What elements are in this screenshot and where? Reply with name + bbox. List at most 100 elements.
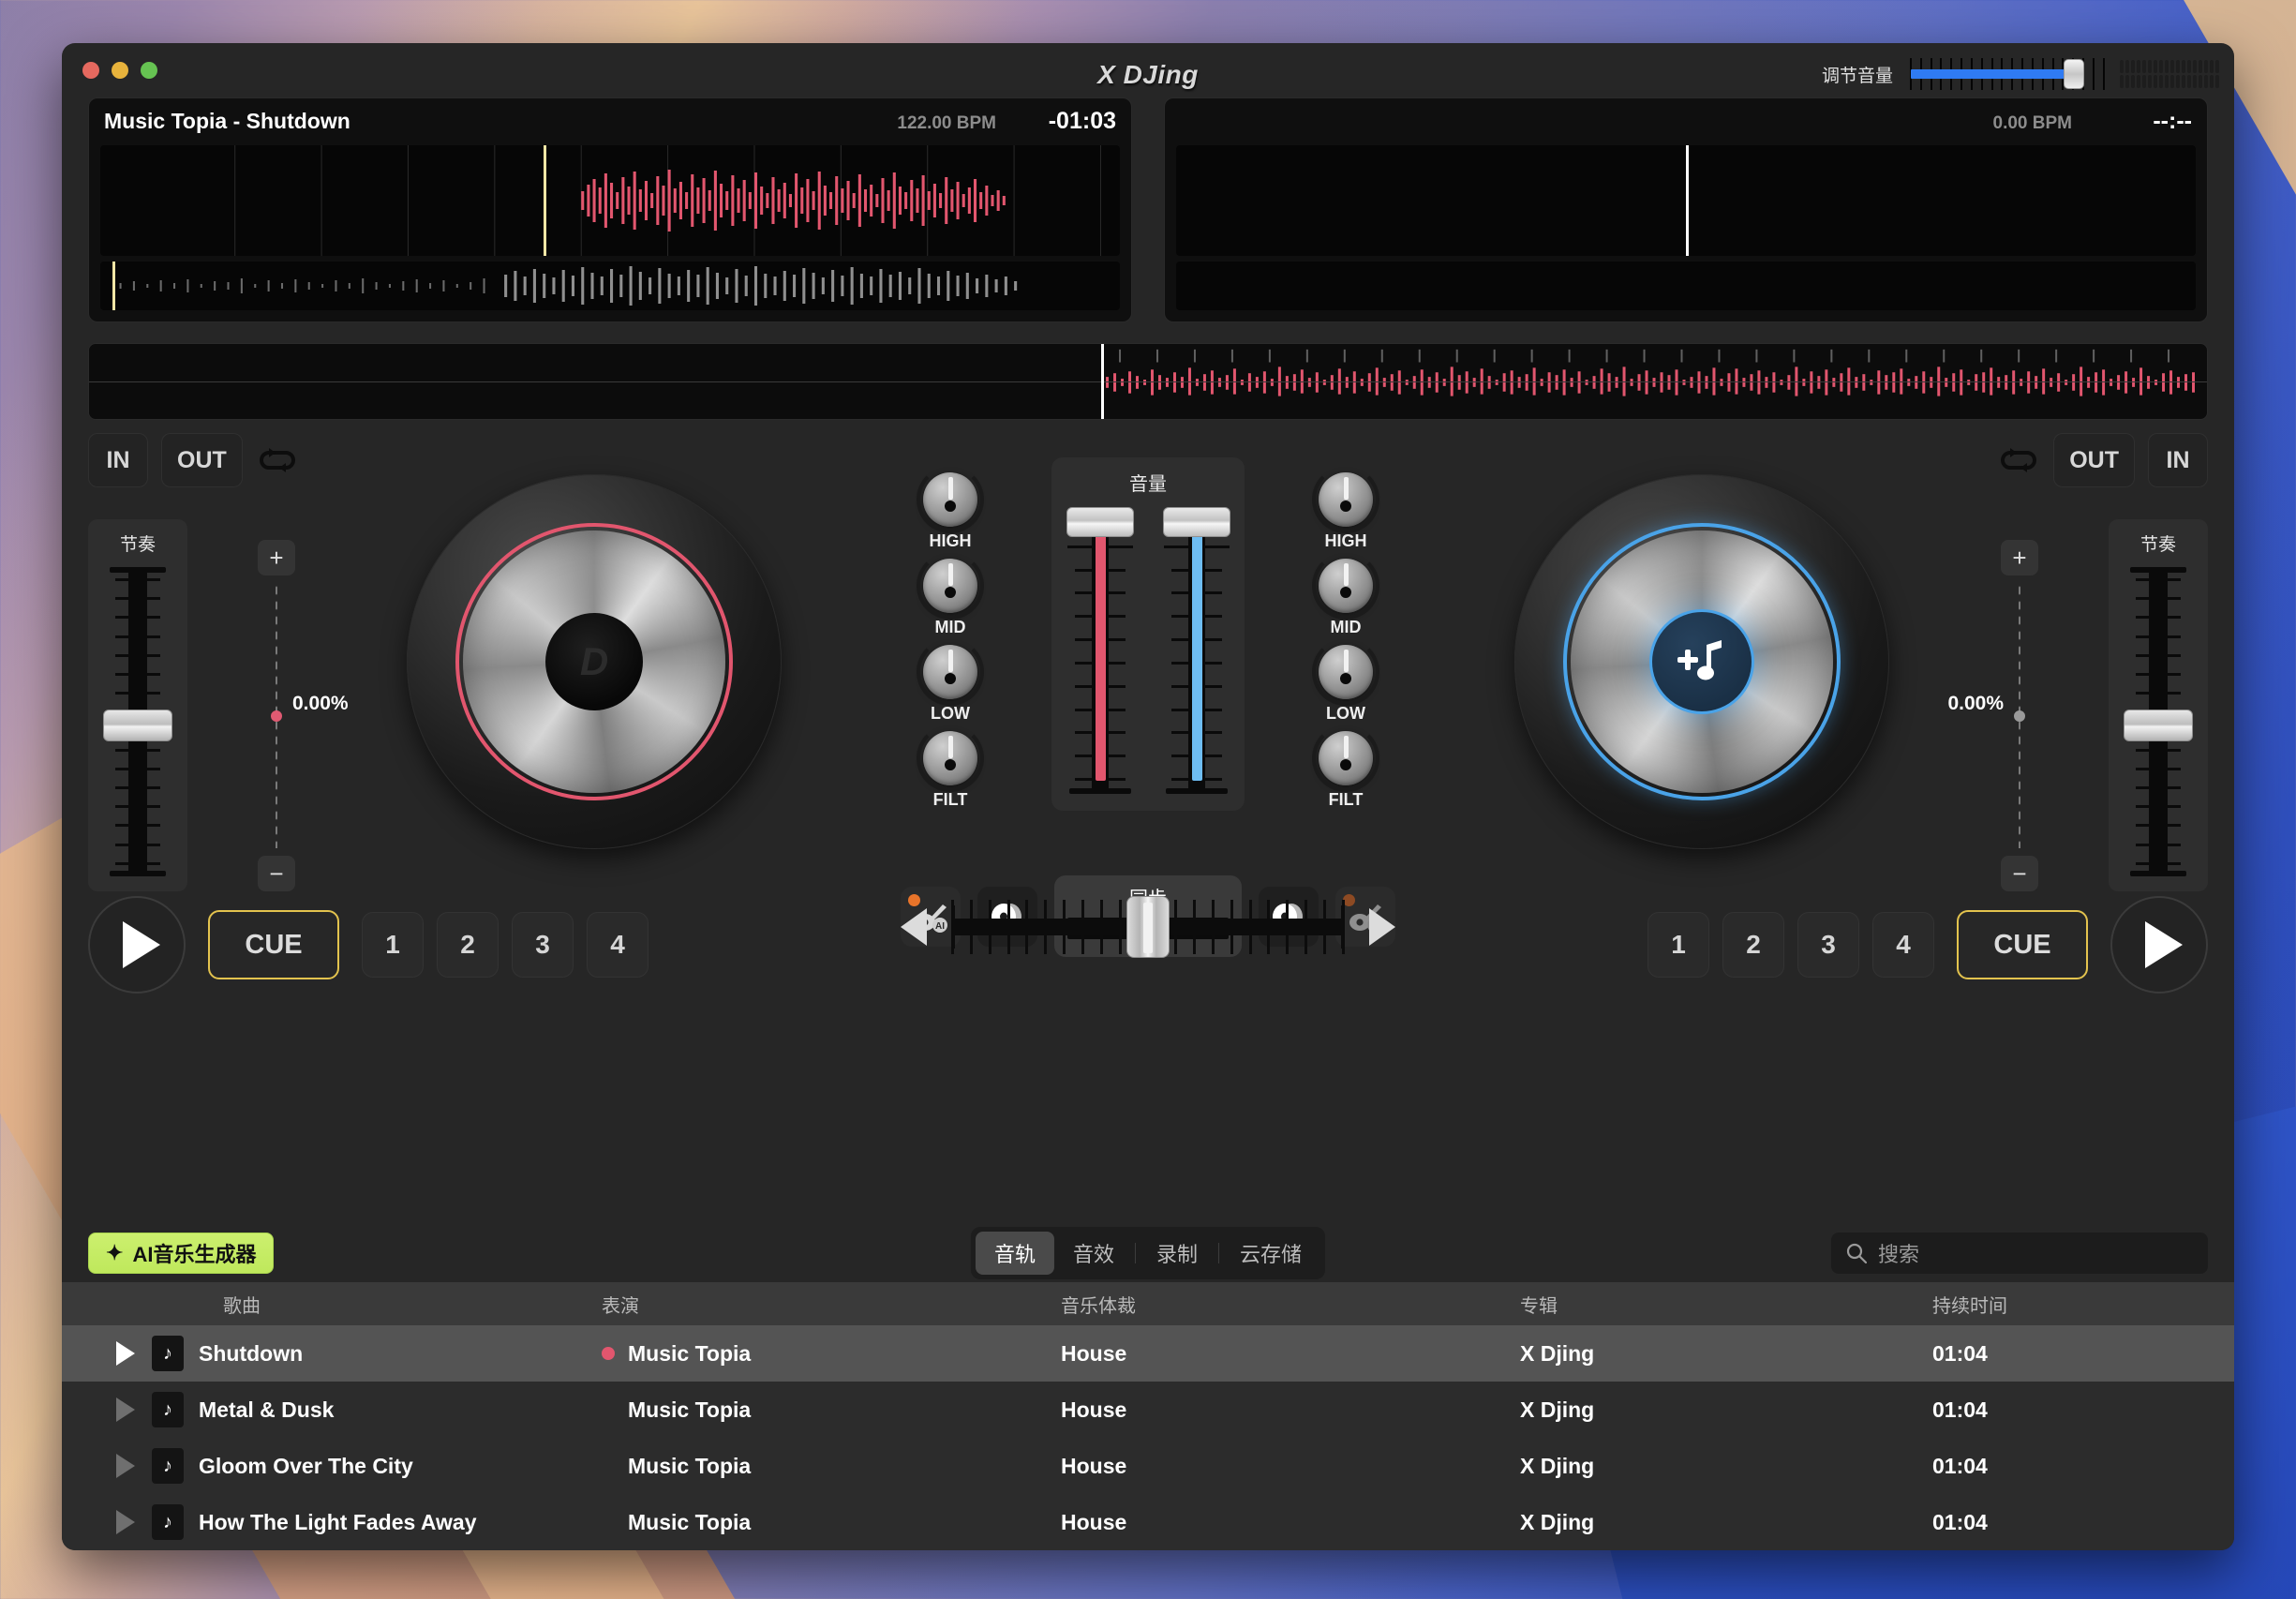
eq-low-right[interactable]: LOW: [1312, 638, 1379, 724]
deck-right-hotcue-4[interactable]: 4: [1872, 912, 1934, 978]
column-header-album[interactable]: 专辑: [1520, 1291, 1932, 1318]
deck-right-playhead: [1686, 145, 1689, 256]
crossfader-handle[interactable]: [1126, 896, 1170, 958]
cell-album: X Djing: [1520, 1453, 1595, 1478]
eq-label: FILT: [1328, 790, 1364, 809]
deck-left-tempo-handle[interactable]: [103, 710, 172, 741]
deck-left-loop-in-button[interactable]: IN: [88, 433, 148, 487]
deck-left-pitch-plus-button[interactable]: +: [258, 540, 295, 575]
deck-left-pitch-minus-button[interactable]: −: [258, 856, 295, 891]
master-volume-slider[interactable]: [1910, 58, 2105, 90]
loop-repeat-icon[interactable]: [256, 441, 299, 479]
master-volume-label: 调节音量: [1821, 66, 1893, 86]
deck-left-waveform-overview[interactable]: [100, 262, 1120, 310]
music-note-icon: ♪: [152, 1392, 184, 1427]
table-row[interactable]: ♪ Metal & Dusk Music Topia House X Djing…: [62, 1382, 2234, 1438]
deck-left-hotcue-2[interactable]: 2: [437, 912, 499, 978]
eq-low-left[interactable]: LOW: [917, 638, 984, 724]
column-header-genre[interactable]: 音乐体裁: [1061, 1291, 1520, 1318]
table-row[interactable]: ♪ Gloom Over The City Music Topia House …: [62, 1438, 2234, 1494]
eq-knob: [917, 638, 984, 706]
master-volume-handle[interactable]: [2064, 59, 2084, 89]
channel-faders: [1051, 507, 1245, 794]
tab-effects[interactable]: 音效: [1054, 1232, 1133, 1275]
deck-right-loop-out-button[interactable]: OUT: [2053, 433, 2135, 487]
deck-left-pitch-scale: [271, 583, 282, 848]
eq-mid-left[interactable]: MID: [917, 552, 984, 637]
deck-right-tempo-panel: 节奏: [2109, 519, 2208, 891]
cell-song: Shutdown: [199, 1340, 304, 1366]
row-play-button[interactable]: [62, 1454, 152, 1478]
deck-right-hotcue-1[interactable]: 1: [1647, 912, 1709, 978]
music-note-icon: ♪: [152, 1336, 184, 1371]
browser-tabs: 音轨 音效 录制 云存储: [970, 1227, 1326, 1279]
loop-repeat-icon[interactable]: [1997, 441, 2040, 479]
knob-arc: [1312, 638, 1379, 706]
deck-right-load-track-button[interactable]: [1649, 609, 1754, 714]
channel-a-handle[interactable]: [1066, 507, 1134, 537]
deck-left-tempo-value: 0.00%: [292, 692, 349, 714]
knob-arc: [917, 725, 984, 792]
deck-right-hotcue-3[interactable]: 3: [1797, 912, 1859, 978]
search-input[interactable]: 搜索: [1831, 1233, 2208, 1274]
column-header-duration[interactable]: 持续时间: [1932, 1291, 2234, 1318]
deck-left-tempo-fader[interactable]: [103, 567, 172, 876]
table-row[interactable]: ♪ How The Light Fades Away Music Topia H…: [62, 1494, 2234, 1550]
column-header-song[interactable]: 歌曲: [152, 1291, 602, 1318]
row-play-button[interactable]: [62, 1341, 152, 1366]
eq-high-left[interactable]: HIGH: [917, 466, 984, 551]
eq-filt-right[interactable]: FILT: [1312, 725, 1379, 810]
row-play-button[interactable]: [62, 1510, 152, 1534]
deck-right-waveform-panel[interactable]: 0.00 BPM --:--: [1164, 97, 2208, 322]
deck-left-hotcue-3[interactable]: 3: [512, 912, 574, 978]
deck-right-pitch-minus-button[interactable]: −: [2001, 856, 2038, 891]
deck-right-tempo-handle[interactable]: [2124, 710, 2193, 741]
eq-filt-left[interactable]: FILT: [917, 725, 984, 810]
tab-record[interactable]: 录制: [1138, 1232, 1216, 1275]
deck-left-waveform-panel[interactable]: Music Topia - Shutdown 122.00 BPM -01:03: [88, 97, 1132, 322]
table-row[interactable]: ♪ Shutdown Music Topia House X Djing 01:…: [62, 1325, 2234, 1382]
row-play-button[interactable]: [62, 1397, 152, 1422]
deck-left-track-title: Music Topia - Shutdown: [104, 109, 350, 133]
tab-cloud-storage[interactable]: 云存储: [1221, 1232, 1320, 1275]
eq-label: MID: [934, 618, 966, 636]
deck-left-hotcue-1[interactable]: 1: [362, 912, 424, 978]
deck-right-waveform[interactable]: [1176, 145, 2196, 256]
eq-high-right[interactable]: HIGH: [1312, 466, 1379, 551]
deck-right-waveform-overview[interactable]: [1176, 262, 2196, 310]
deck-left-hotcue-4[interactable]: 4: [587, 912, 649, 978]
crossfader-left-arrow-icon[interactable]: [901, 908, 927, 946]
eq-knob: [917, 725, 984, 792]
deck-right-jog-wheel[interactable]: [1514, 474, 1889, 849]
deck-right-hotcue-2[interactable]: 2: [1722, 912, 1784, 978]
deck-right-tempo-fader[interactable]: [2124, 567, 2193, 876]
deck-left-play-button[interactable]: [88, 896, 186, 994]
deck-left-cue-button[interactable]: CUE: [208, 910, 339, 979]
cell-duration: 01:04: [1932, 1340, 1988, 1366]
play-icon: [116, 1510, 135, 1534]
channel-a-fader[interactable]: [1066, 507, 1134, 794]
deck-left-jog-wheel[interactable]: D: [407, 474, 782, 849]
waveform-row: Music Topia - Shutdown 122.00 BPM -01:03: [62, 97, 2234, 322]
column-header-artist[interactable]: 表演: [602, 1291, 1061, 1318]
master-waveform-overview[interactable]: [88, 343, 2208, 420]
deck-right-play-button[interactable]: [2110, 896, 2208, 994]
deck-right-cue-button[interactable]: CUE: [1957, 910, 2088, 979]
cell-genre: House: [1061, 1397, 1127, 1422]
channel-b-fader[interactable]: [1162, 507, 1230, 794]
ai-music-generator-button[interactable]: ✦ AI音乐生成器: [88, 1233, 275, 1274]
eq-mid-right[interactable]: MID: [1312, 552, 1379, 637]
deck-right-eq-column: HIGH MID LOW FILT: [1312, 457, 1379, 810]
cell-artist: Music Topia: [628, 1397, 752, 1422]
deck-right-pitch-plus-button[interactable]: +: [2001, 540, 2038, 575]
crossfader-section: [901, 896, 1395, 958]
deck-right-loop-in-button[interactable]: IN: [2148, 433, 2208, 487]
eq-knob: [1312, 638, 1379, 706]
crossfader[interactable]: [951, 896, 1345, 958]
deck-left-loop-out-button[interactable]: OUT: [161, 433, 243, 487]
channel-b-handle[interactable]: [1162, 507, 1230, 537]
crossfader-right-arrow-icon[interactable]: [1369, 908, 1395, 946]
deck-left-waveform[interactable]: [100, 145, 1120, 256]
play-icon: [123, 921, 160, 968]
tab-tracks[interactable]: 音轨: [975, 1232, 1054, 1275]
